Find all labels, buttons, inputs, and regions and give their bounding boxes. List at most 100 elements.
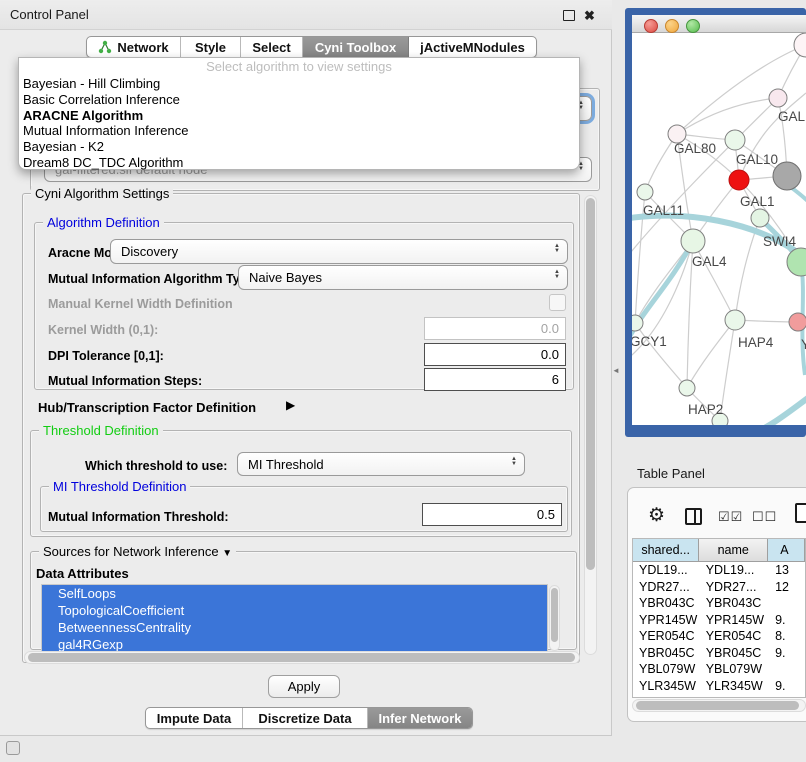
node: [794, 33, 806, 57]
kernel-width-label: Kernel Width (0,1):: [48, 323, 158, 337]
network-window-titlebar[interactable]: [632, 15, 806, 33]
attributes-list-scrollbar[interactable]: [549, 585, 560, 651]
node-label: GAL10: [736, 152, 778, 167]
which-threshold-label: Which threshold to use:: [85, 459, 227, 473]
popup-item-aracne[interactable]: ARACNE Algorithm: [19, 108, 579, 124]
tab-infer-network[interactable]: Infer Network: [368, 708, 472, 728]
kernel-width-field[interactable]: 0.0: [424, 317, 566, 340]
control-panel-title: Control Panel: [10, 7, 89, 22]
zoom-traffic-light-icon[interactable]: [686, 19, 700, 33]
mi-steps-label: Mutual Information Steps:: [48, 374, 202, 388]
mi-threshold-field[interactable]: 0.5: [422, 503, 562, 526]
node-label: GCY1: [632, 334, 667, 349]
bottom-tabbar: Impute Data Discretize Data Infer Networ…: [145, 707, 473, 729]
table-panel-title: Table Panel: [637, 466, 705, 481]
table-row[interactable]: YER054CYER054C8.: [633, 628, 805, 645]
mi-steps-field[interactable]: 6: [424, 368, 566, 391]
node-gal11: [637, 184, 653, 200]
settings-horizontal-scrollbar[interactable]: [24, 651, 580, 664]
node-label: HAP2: [688, 402, 723, 417]
document-icon[interactable]: [795, 503, 806, 523]
tab-style[interactable]: Style: [181, 37, 241, 57]
table-row[interactable]: YBR045CYBR045C9.: [633, 645, 805, 662]
collapse-triangle-icon[interactable]: ▼: [222, 548, 232, 559]
list-item-topologicalcoefficient[interactable]: TopologicalCoefficient: [42, 602, 547, 619]
settings-hscroll-thumb[interactable]: [28, 653, 575, 662]
tab-jactivemnodules[interactable]: jActiveMNodules: [409, 37, 536, 57]
table-row[interactable]: YBR043CYBR043C: [633, 595, 805, 612]
node-table: shared... name A YDL19...YDL19...13 YDR2…: [632, 538, 806, 698]
popup-item-bayesian-k2[interactable]: Bayesian - K2: [19, 139, 579, 155]
splitter-collapse-icon[interactable]: ◄: [612, 366, 620, 375]
node-labels: GAL GAL80 GAL10 GAL1 GAL11 SWI4 GAL4 GCY…: [632, 109, 806, 417]
attributes-scroll-thumb[interactable]: [551, 588, 558, 642]
column-header-name[interactable]: name: [699, 539, 768, 561]
node-label: SWI4: [763, 234, 796, 249]
mi-algorithm-type-combo[interactable]: Naive Bayes ▲▼: [238, 265, 568, 290]
checked-columns-icon[interactable]: ☑☑: [718, 509, 743, 525]
node-label: GAL80: [674, 141, 716, 156]
restore-panel-icon[interactable]: [6, 741, 20, 755]
popup-item-dream8[interactable]: Dream8 DC_TDC Algorithm: [19, 155, 579, 171]
threshold-definition-title: Threshold Definition: [39, 423, 163, 438]
stepper-icon: ▲▼: [554, 244, 560, 254]
mi-threshold-label: Mutual Information Threshold:: [48, 510, 229, 524]
settings-vscroll-thumb[interactable]: [586, 198, 595, 570]
unchecked-columns-icon[interactable]: ☐☐: [752, 509, 777, 525]
table-header-row: shared... name A: [633, 539, 805, 562]
tab-impute-data[interactable]: Impute Data: [146, 708, 243, 728]
float-panel-icon[interactable]: [561, 8, 576, 23]
table-row[interactable]: YLR345WYLR345W9.: [633, 678, 805, 695]
settings-vertical-scrollbar[interactable]: [584, 195, 597, 655]
column-header-third[interactable]: A: [768, 539, 805, 561]
popup-item-basic-correlation[interactable]: Basic Correlation Inference: [19, 92, 579, 108]
close-traffic-light-icon[interactable]: [644, 19, 658, 33]
network-tab-icon: [98, 40, 112, 54]
dpi-tolerance-label: DPI Tolerance [0,1]:: [48, 349, 164, 363]
network-graph: GAL GAL80 GAL10 GAL1 GAL11 SWI4 GAL4 GCY…: [632, 33, 806, 425]
table-horizontal-scrollbar[interactable]: [632, 699, 806, 712]
tab-network[interactable]: Network: [87, 37, 181, 57]
aracne-mode-combo[interactable]: Discovery ▲▼: [110, 239, 568, 264]
which-threshold-combo[interactable]: MI Threshold ▲▼: [237, 452, 525, 476]
apply-button[interactable]: Apply: [268, 675, 340, 698]
node-label: GAL: [778, 109, 806, 124]
close-panel-icon[interactable]: ✖: [582, 8, 597, 23]
manual-kernel-width-checkbox[interactable]: [549, 294, 566, 311]
cyni-settings-title: Cyni Algorithm Settings: [31, 186, 173, 201]
columns-icon[interactable]: [685, 508, 702, 525]
table-row[interactable]: YDL19...YDL19...13: [633, 562, 805, 579]
node-label: GAL4: [692, 254, 727, 269]
manual-kernel-width-label: Manual Kernel Width Definition: [48, 297, 233, 311]
node-salmon: [789, 313, 806, 331]
list-item-gal4rgexp[interactable]: gal4RGexp: [42, 636, 547, 652]
tab-discretize-data[interactable]: Discretize Data: [243, 708, 368, 728]
tab-cyni-toolbox[interactable]: Cyni Toolbox: [303, 37, 409, 57]
dpi-tolerance-field[interactable]: 0.0: [424, 343, 566, 366]
list-item-selfloops[interactable]: SelfLoops: [42, 585, 547, 602]
table-row[interactable]: YIL052CYIL052C9.: [633, 694, 805, 698]
mi-threshold-definition-title: MI Threshold Definition: [49, 479, 190, 494]
tab-select[interactable]: Select: [241, 37, 303, 57]
node-gcy1: [632, 315, 643, 331]
list-item-betweennesscentrality[interactable]: BetweennessCentrality: [42, 619, 547, 636]
column-header-shared-name[interactable]: shared...: [633, 539, 699, 561]
node-label: HAP4: [738, 335, 774, 350]
data-attributes-label: Data Attributes: [36, 566, 129, 581]
popup-item-mutual-information[interactable]: Mutual Information Inference: [19, 123, 579, 139]
minimize-traffic-light-icon[interactable]: [665, 19, 679, 33]
node-gal1-red: [729, 170, 749, 190]
gear-icon[interactable]: ⚙: [648, 504, 665, 527]
table-hscroll-thumb[interactable]: [636, 701, 799, 710]
control-panel: Control Panel ✖ Network Style Select Cyn…: [0, 0, 612, 736]
node-label: GAL11: [643, 203, 684, 218]
disclosure-triangle-icon[interactable]: ▶: [286, 398, 295, 412]
hub-definition-label: Hub/Transcription Factor Definition: [38, 400, 256, 415]
network-canvas[interactable]: GAL GAL80 GAL10 GAL1 GAL11 SWI4 GAL4 GCY…: [632, 33, 806, 425]
table-row[interactable]: YDR27...YDR27...12: [633, 579, 805, 596]
table-row[interactable]: YBL079WYBL079W: [633, 661, 805, 678]
popup-item-bayesian-hill[interactable]: Bayesian - Hill Climbing: [19, 76, 579, 92]
node-gal: [769, 89, 787, 107]
table-row[interactable]: YPR145WYPR145W9.: [633, 612, 805, 629]
data-attributes-list: SelfLoops TopologicalCoefficient Between…: [41, 584, 548, 652]
